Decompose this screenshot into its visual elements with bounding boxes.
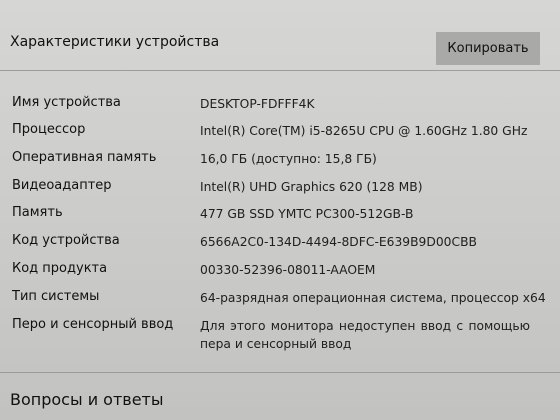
spec-label: Код продукта	[12, 261, 108, 276]
faq-title: Вопросы и ответы	[10, 390, 164, 409]
device-specs-panel: Характеристики устройства Копировать Имя…	[0, 0, 560, 420]
spec-label: Имя устройства	[12, 95, 121, 110]
spec-label: Тип системы	[12, 289, 100, 304]
spec-value: DESKTOP-FDFFF4K	[200, 97, 315, 111]
spec-label: Память	[12, 205, 63, 220]
spec-value: Intel(R) UHD Graphics 620 (128 MB)	[200, 180, 423, 194]
spec-label: Процессор	[12, 122, 86, 137]
specs-list: Имя устройства DESKTOP-FDFFF4K Процессор…	[0, 0, 560, 372]
spec-label: Видеоадаптер	[12, 178, 112, 193]
spec-label: Оперативная память	[12, 150, 157, 165]
spec-value: 64-разрядная операционная система, проце…	[200, 291, 546, 305]
spec-value: 477 GB SSD YMTC PC300-512GB-B	[200, 207, 414, 221]
spec-value: 00330-52396-08011-AAOEM	[200, 263, 376, 277]
spec-label: Код устройства	[12, 233, 120, 248]
section-divider	[0, 372, 560, 373]
spec-label: Перо и сенсорный ввод	[12, 317, 174, 332]
spec-value: 16,0 ГБ (доступно: 15,8 ГБ)	[200, 152, 377, 166]
spec-value: 6566A2C0-134D-4494-8DFC-E639B9D00CBB	[200, 235, 477, 249]
spec-value: Intel(R) Core(TM) i5-8265U CPU @ 1.60GHz…	[200, 124, 528, 138]
spec-value: Для этого монитора недоступен ввод с пом…	[200, 319, 530, 351]
